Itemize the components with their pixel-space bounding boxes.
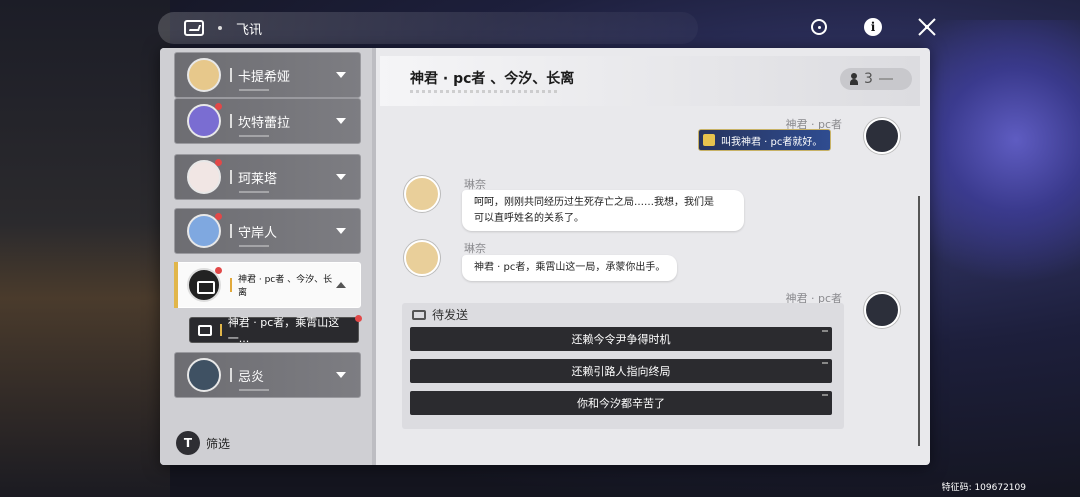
filter-label: 筛选 (206, 436, 231, 451)
sub-thread-label: 神君 · pc者，乘霄山这一... (227, 316, 340, 345)
sender-name: 琳奈 (464, 242, 486, 255)
filter-button[interactable]: T 筛选 (176, 429, 230, 457)
avatar (187, 358, 221, 392)
contact-item[interactable]: 坎特蕾拉 (174, 98, 361, 144)
reply-choice-button[interactable]: 还赖今令尹争得时机 (410, 327, 832, 351)
member-count-badge[interactable]: 3 (840, 68, 912, 90)
message-bubble: 神君 · pc者，乘霄山这一局，承蒙你出手。 (462, 255, 678, 281)
chevron-up-icon (336, 282, 346, 288)
pending-label: 待发送 (432, 308, 469, 322)
pending-reply-panel: 待发送 还赖今令尹争得时机 还赖引路人指向终局 你和今汐都辛苦了 (402, 303, 844, 429)
target-icon[interactable] (806, 14, 832, 40)
avatar (864, 118, 900, 154)
chat-bubble-icon (198, 324, 212, 336)
top-icon-bar: i (806, 14, 940, 40)
sub-thread-item[interactable]: 神君 · pc者，乘霄山这一... (189, 315, 362, 345)
person-icon (850, 73, 858, 85)
feature-code: 特征码: 109672109 (941, 483, 1026, 493)
chat-bubble-icon (412, 309, 426, 320)
background-flower (920, 20, 1080, 320)
reply-choice-button[interactable]: 你和今汐都辛苦了 (410, 391, 832, 415)
contact-item[interactable]: 卡提希娅 (174, 52, 361, 98)
chat-scrollbar[interactable] (918, 196, 920, 446)
sidebar-divider (372, 48, 376, 465)
chevron-down-icon (336, 72, 346, 78)
avatar (187, 159, 222, 194)
contact-item[interactable]: 珂莱塔 (174, 154, 361, 200)
message-bubble-sticker: 叫我神君 · pc者就好。 (698, 129, 832, 151)
avatar (187, 103, 222, 138)
chevron-down-icon (336, 372, 346, 378)
info-icon[interactable]: i (860, 14, 886, 40)
main-panel: 卡提希娅 坎特蕾拉 珂莱塔 守岸人 神君 · pc者 、今汐、长离 神君 · p… (160, 48, 930, 465)
avatar (404, 240, 440, 276)
chevron-down-icon (336, 174, 346, 180)
separator-dot (218, 26, 222, 30)
avatar (864, 292, 900, 328)
avatar (404, 176, 440, 212)
avatar (187, 213, 222, 248)
chevron-down-icon (336, 118, 346, 124)
filter-icon: T (176, 431, 200, 455)
contact-item-group-active[interactable]: 神君 · pc者 、今汐、长离 (174, 262, 361, 308)
background-left (0, 0, 170, 497)
close-icon[interactable] (914, 14, 940, 40)
contact-item[interactable]: 忌炎 (174, 352, 361, 398)
reply-choice-button[interactable]: 还赖引路人指向终局 (410, 359, 832, 383)
message-bubble: 呵呵，刚刚共同经历过生死存亡之局……我想，我们是 可以直呼姓名的关系了。 (462, 190, 744, 231)
top-bar: 飞讯 (158, 12, 698, 44)
group-chat-icon (187, 267, 222, 302)
chat-title: 神君 · pc者 、今汐、长离 (410, 71, 575, 87)
contact-item[interactable]: 守岸人 (174, 208, 361, 254)
app-icon (184, 20, 204, 36)
contact-sidebar: 卡提希娅 坎特蕾拉 珂莱塔 守岸人 神君 · pc者 、今汐、长离 神君 · p… (160, 48, 372, 465)
chevron-down-icon (336, 228, 346, 234)
app-title: 飞讯 (236, 22, 263, 38)
avatar (187, 58, 221, 92)
chat-header: 神君 · pc者 、今汐、长离 3 (380, 56, 920, 106)
chat-messages: 神君 · pc者 叫我神君 · pc者就好。 琳奈 呵呵，刚刚共同经历过生死存亡… (380, 108, 920, 458)
